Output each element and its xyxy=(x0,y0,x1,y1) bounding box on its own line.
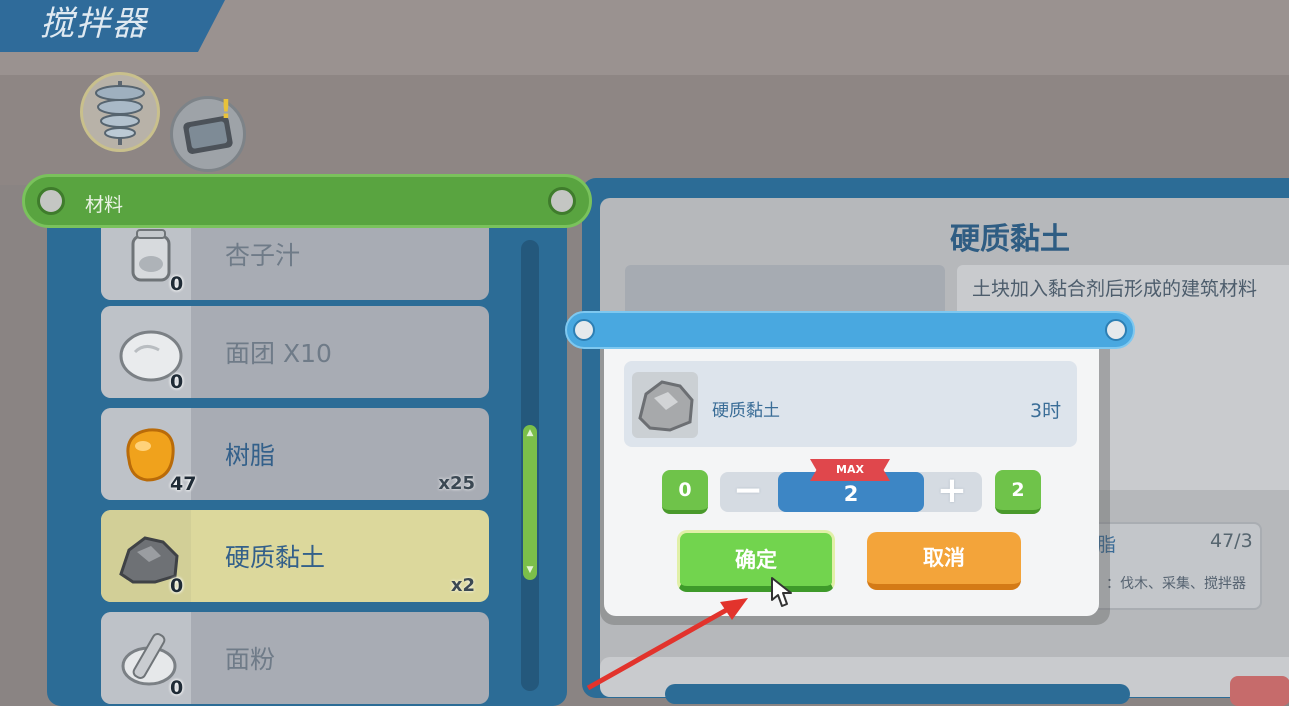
scroll-up-icon: ▲ xyxy=(526,428,534,438)
plus-button[interactable]: + xyxy=(934,473,970,510)
header-knob-left xyxy=(37,187,65,215)
tab-tablet[interactable] xyxy=(170,96,246,172)
hard-clay-icon xyxy=(638,380,694,432)
list-item[interactable]: 47 树脂 x25 xyxy=(101,408,489,500)
pointer-cursor-icon xyxy=(771,577,792,607)
item-name: 树脂 xyxy=(225,441,276,470)
item-owned-count: 0 xyxy=(170,677,184,699)
window-title: 搅拌器 xyxy=(40,4,148,44)
list-item[interactable]: 0 面团 X10 xyxy=(101,306,489,398)
detail-description: 土块加入黏合剂后形成的建筑材料 xyxy=(972,278,1258,300)
item-icon-cell: 0 xyxy=(101,612,191,704)
item-owned-count: 0 xyxy=(170,371,184,393)
item-name: 面团 X10 xyxy=(225,339,332,368)
max-quantity-button[interactable]: 2 xyxy=(995,470,1041,514)
list-item[interactable]: 0 面粉 xyxy=(101,612,489,704)
cancel-button[interactable]: 取消 xyxy=(867,532,1021,590)
material-list-title: 材料 xyxy=(85,194,124,216)
dialog-craft-time: 3时 xyxy=(1030,400,1062,422)
minus-button[interactable]: − xyxy=(730,473,766,510)
item-name: 面粉 xyxy=(225,645,276,674)
dialog-item-icon-box xyxy=(632,372,698,438)
requirement-count: 47/3 xyxy=(1210,530,1253,552)
dialog-knob-left xyxy=(573,319,595,341)
dialog-item-name: 硬质黏土 xyxy=(712,401,780,421)
alert-icon: ! xyxy=(220,95,232,125)
item-icon-cell: 47 xyxy=(101,408,196,500)
item-name: 杏子汁 xyxy=(225,241,301,270)
detail-title: 硬质黏土 xyxy=(950,222,1070,257)
list-scrollbar-thumb[interactable] xyxy=(523,425,537,580)
item-owned-count: 0 xyxy=(170,273,184,295)
material-list-header: 材料 xyxy=(22,174,592,228)
scroll-down-icon: ▼ xyxy=(526,565,534,575)
confirm-button[interactable]: 确定 xyxy=(677,530,835,592)
item-icon-cell: 0 xyxy=(101,510,191,602)
mixer-auger-icon xyxy=(95,81,145,145)
item-icon-cell: 0 xyxy=(101,306,191,398)
item-name: 硬质黏土 xyxy=(225,543,326,572)
list-item-selected[interactable]: 0 硬质黏土 x2 xyxy=(101,510,489,602)
header-knob-right xyxy=(548,187,576,215)
min-quantity-button[interactable]: 0 xyxy=(662,470,708,514)
window-title-ribbon: 搅拌器 xyxy=(0,0,225,52)
requirement-source: ：伐木、采集、搅拌器 xyxy=(1106,576,1246,592)
red-arrow-icon xyxy=(586,598,748,691)
tab-mixer[interactable] xyxy=(80,72,160,152)
item-amount: x2 xyxy=(450,575,475,596)
dialog-title-bar xyxy=(565,311,1135,349)
item-amount: x25 xyxy=(438,473,475,494)
item-owned-count: 47 xyxy=(170,473,197,495)
dialog-knob-right xyxy=(1105,319,1127,341)
item-owned-count: 0 xyxy=(170,575,184,597)
close-corner-button[interactable] xyxy=(1230,676,1289,706)
max-badge: MAX xyxy=(810,459,890,481)
